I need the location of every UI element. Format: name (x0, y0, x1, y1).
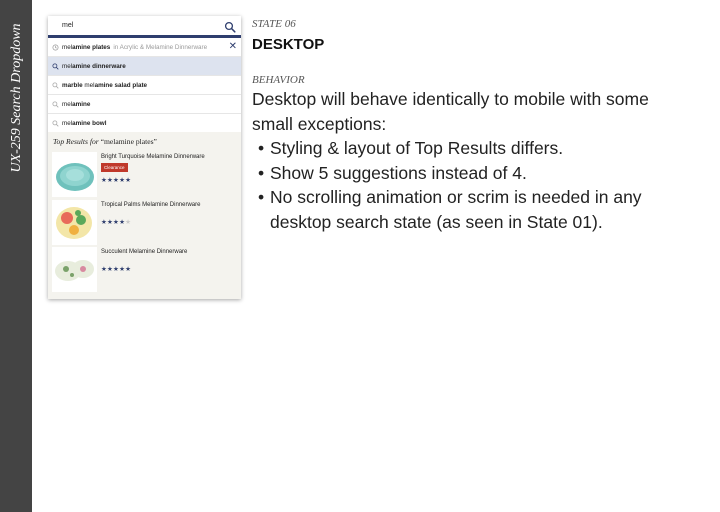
suggestion-item[interactable]: melamine bowl (48, 114, 241, 133)
suggestion-lead: marble (62, 82, 85, 89)
search-icon (52, 63, 59, 70)
suggestion-item[interactable]: melamine dinnerware (48, 57, 241, 76)
rating-stars-filled: ★★★★★ (101, 266, 132, 273)
behavior-description: Desktop will behave identically to mobil… (252, 87, 692, 235)
product-image (52, 200, 97, 245)
search-dropdown-mockup: mel melamine plates in Acrylic & Melamine… (48, 16, 241, 299)
suggestion-prefix: mel (62, 63, 73, 70)
suggestion-completion: amine salad plate (94, 82, 148, 89)
product-card[interactable]: Bright Turquoise Melamine Dinnerware Clea… (52, 152, 237, 197)
suggestion-context: in Acrylic & Melamine Dinnerware (113, 44, 208, 51)
sidebar-title: UX-259 Search Dropdown (9, 23, 24, 173)
top-results-heading-prefix: Top Results for (53, 137, 99, 146)
behavior-list: Styling & layout of Top Results differs.… (252, 136, 692, 234)
suggestion-prefix: mel (62, 101, 73, 108)
behavior-bullet: Show 5 suggestions instead of 4. (252, 161, 692, 186)
top-results-heading: Top Results for “melamine plates” (53, 137, 157, 146)
behavior-label: BEHAVIOR (252, 74, 305, 86)
suggestion-prefix: mel (62, 120, 73, 127)
rating-stars: ★★★★★ (101, 218, 131, 226)
suggestion-completion: amine (72, 101, 91, 108)
suggestion-completion: amine plates (72, 44, 111, 51)
rating-stars-empty: ★ (125, 219, 132, 226)
top-results-heading-query: “melamine plates” (100, 137, 157, 146)
product-image (52, 152, 97, 197)
rating-stars-filled: ★★★★★ (101, 177, 132, 184)
product-card[interactable]: Tropical Palms Melamine Dinnerware ★★★★★ (52, 200, 237, 245)
state-name: DESKTOP (252, 36, 325, 53)
product-image (52, 247, 97, 292)
product-name: Succulent Melamine Dinnerware (101, 249, 188, 255)
rating-stars: ★★★★★ (101, 176, 131, 184)
suggestion-item[interactable]: marble melamine salad plate (48, 76, 241, 95)
search-icon (52, 120, 59, 127)
product-card[interactable]: Succulent Melamine Dinnerware ★★★★★ (52, 247, 237, 292)
behavior-bullet: No scrolling animation or scrim is neede… (252, 185, 692, 234)
suggestion-completion: amine dinnerware (72, 63, 126, 70)
product-name: Bright Turquoise Melamine Dinnerware (101, 154, 205, 160)
behavior-intro: Desktop will behave identically to mobil… (252, 89, 649, 134)
search-icon (52, 82, 59, 89)
product-name: Tropical Palms Melamine Dinnerware (101, 202, 201, 208)
search-input[interactable]: mel (62, 22, 73, 29)
history-icon (52, 44, 59, 51)
close-icon[interactable]: ✕ (229, 42, 237, 52)
clearance-badge: Clearance (101, 163, 128, 172)
rating-stars: ★★★★★ (101, 265, 131, 273)
suggestion-completion: amine bowl (72, 120, 107, 127)
behavior-bullet: Styling & layout of Top Results differs. (252, 136, 692, 161)
suggestion-prefix: mel (62, 44, 73, 51)
search-icon (52, 101, 59, 108)
suggestion-prefix: mel (84, 82, 95, 89)
search-icon[interactable] (224, 21, 236, 33)
search-bar[interactable]: mel (48, 16, 241, 38)
top-results-panel: Top Results for “melamine plates” Bright… (48, 132, 241, 299)
side-bar: UX-259 Search Dropdown (0, 0, 32, 512)
suggestion-item[interactable]: melamine (48, 95, 241, 114)
suggestion-item[interactable]: melamine plates in Acrylic & Melamine Din… (48, 38, 241, 57)
state-label: STATE 06 (252, 18, 296, 30)
rating-stars-filled: ★★★★ (101, 219, 126, 226)
